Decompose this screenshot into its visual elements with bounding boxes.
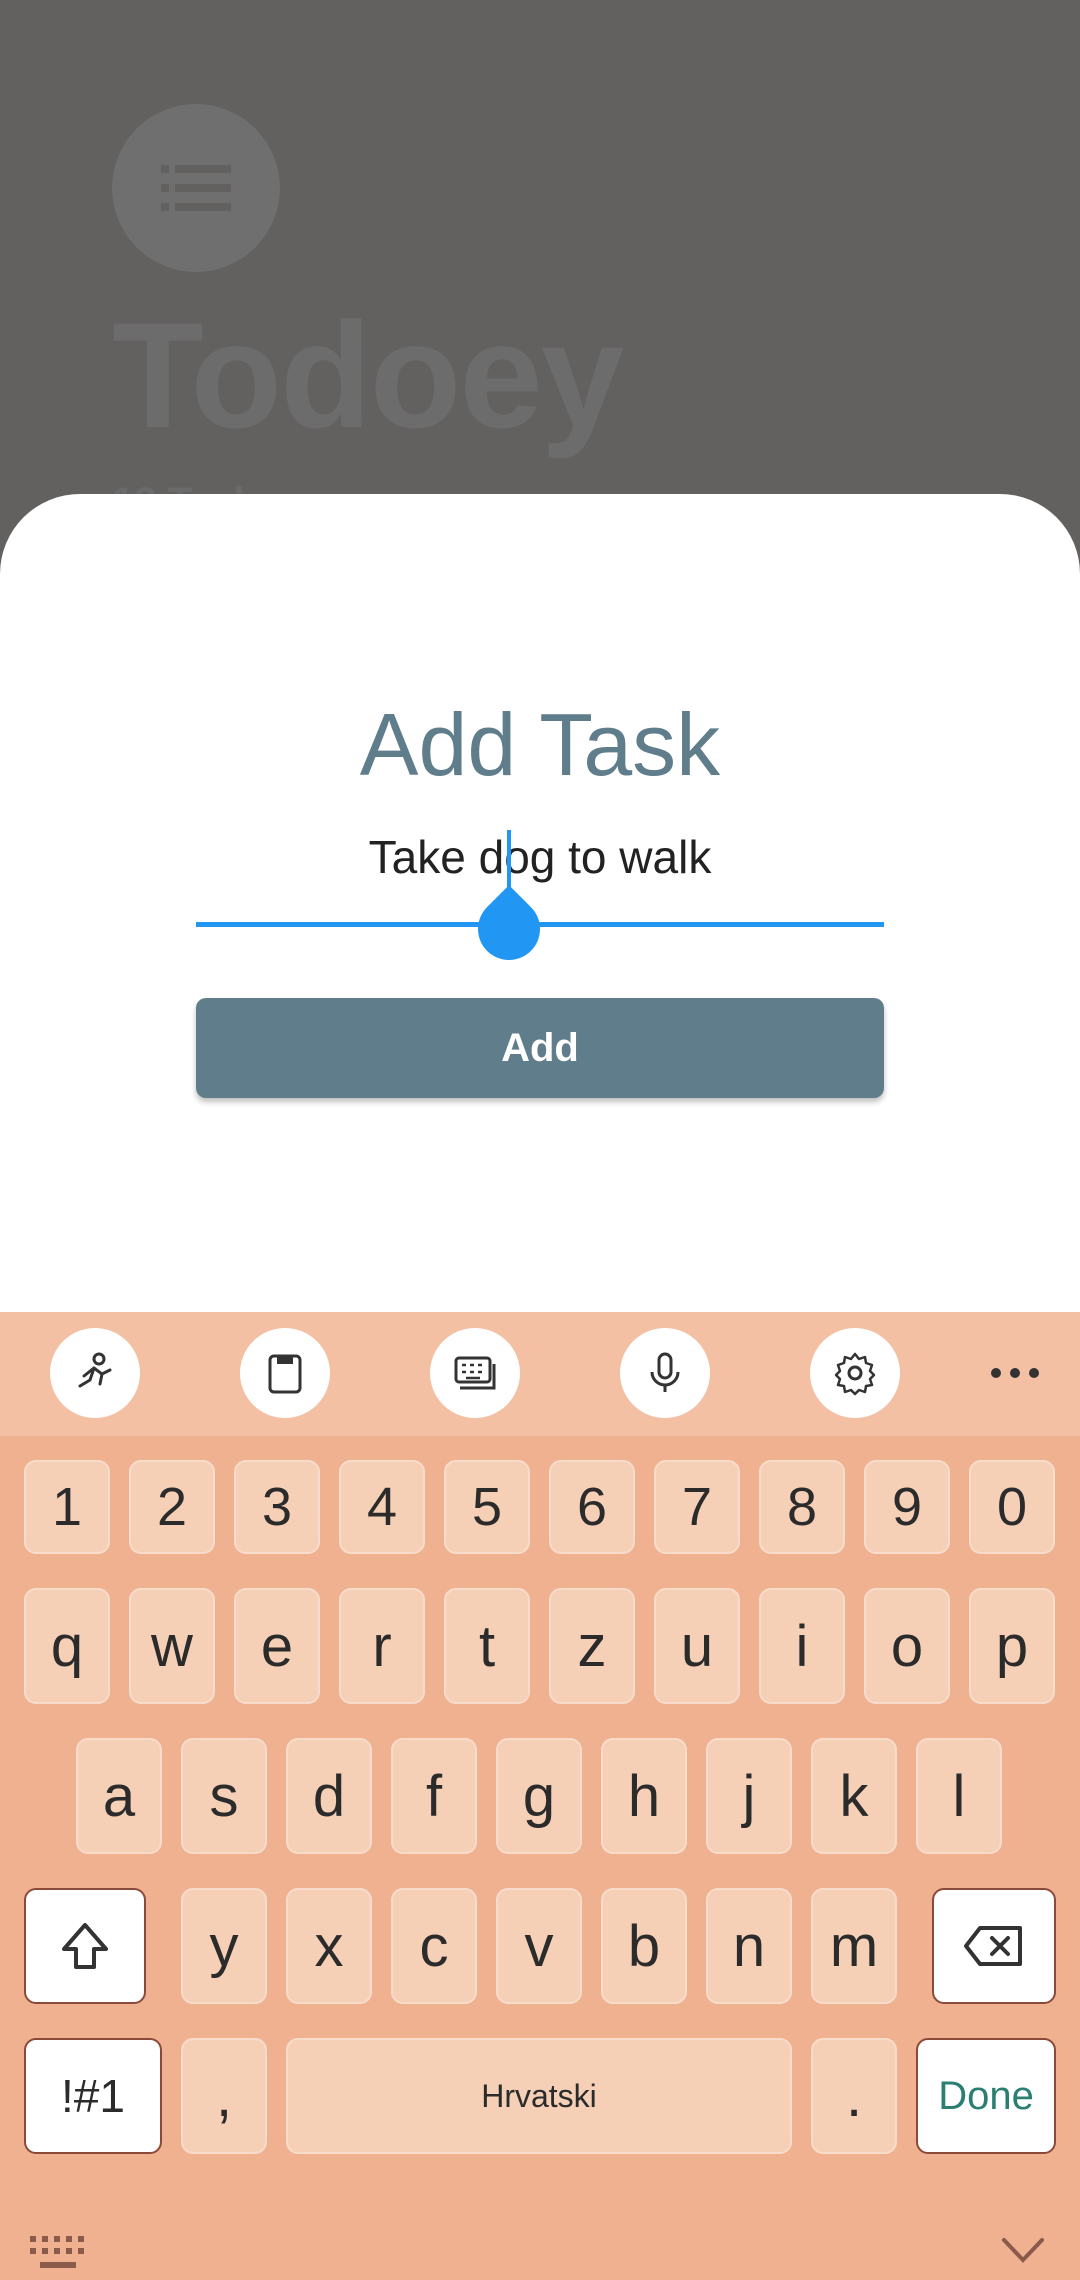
key-6[interactable]: 6 xyxy=(549,1460,635,1554)
key-h[interactable]: h xyxy=(601,1738,687,1854)
symbols-key[interactable]: !#1 xyxy=(24,2038,162,2154)
key-2[interactable]: 2 xyxy=(129,1460,215,1554)
hide-keyboard-icon[interactable] xyxy=(1000,2232,1046,2268)
key-c[interactable]: c xyxy=(391,1888,477,2004)
keyboard: 1 2 3 4 5 6 7 8 9 0 q w e r t z u i o p … xyxy=(0,1312,1080,2280)
sticker-icon xyxy=(78,1352,112,1388)
list-icon-circle xyxy=(112,104,280,272)
text-caret xyxy=(507,830,511,888)
key-z[interactable]: z xyxy=(549,1588,635,1704)
key-l[interactable]: l xyxy=(916,1738,1002,1854)
shift-key[interactable] xyxy=(24,1888,146,2004)
key-y[interactable]: y xyxy=(181,1888,267,2004)
backspace-icon xyxy=(964,1926,1022,1966)
sheet-title: Add Task xyxy=(359,695,721,794)
key-1[interactable]: 1 xyxy=(24,1460,110,1554)
keyboard-mode-button[interactable] xyxy=(430,1328,520,1418)
keyboard-mode-icon xyxy=(454,1356,496,1390)
settings-button[interactable] xyxy=(810,1328,900,1418)
microphone-button[interactable] xyxy=(620,1328,710,1418)
period-key[interactable]: . xyxy=(811,2038,897,2154)
key-x[interactable]: x xyxy=(286,1888,372,2004)
sticker-button[interactable] xyxy=(50,1328,140,1418)
key-g[interactable]: g xyxy=(496,1738,582,1854)
app-title: Todoey xyxy=(112,291,624,459)
key-k[interactable]: k xyxy=(811,1738,897,1854)
shift-icon xyxy=(62,1923,108,1969)
more-button[interactable] xyxy=(970,1328,1060,1418)
key-o[interactable]: o xyxy=(864,1588,950,1704)
key-i[interactable]: i xyxy=(759,1588,845,1704)
key-n[interactable]: n xyxy=(706,1888,792,2004)
key-d[interactable]: d xyxy=(286,1738,372,1854)
key-4[interactable]: 4 xyxy=(339,1460,425,1554)
key-9[interactable]: 9 xyxy=(864,1460,950,1554)
key-w[interactable]: w xyxy=(129,1588,215,1704)
add-task-sheet: Add Task Add xyxy=(0,494,1080,1314)
key-j[interactable]: j xyxy=(706,1738,792,1854)
add-button[interactable]: Add xyxy=(196,998,884,1098)
key-8[interactable]: 8 xyxy=(759,1460,845,1554)
comma-key[interactable]: , xyxy=(181,2038,267,2154)
key-m[interactable]: m xyxy=(811,1888,897,2004)
key-e[interactable]: e xyxy=(234,1588,320,1704)
keyboard-switch-icon[interactable] xyxy=(30,2236,90,2272)
key-7[interactable]: 7 xyxy=(654,1460,740,1554)
key-0[interactable]: 0 xyxy=(969,1460,1055,1554)
backspace-key[interactable] xyxy=(932,1888,1056,2004)
key-q[interactable]: q xyxy=(24,1588,110,1704)
space-key[interactable]: Hrvatski xyxy=(286,2038,792,2154)
settings-icon xyxy=(834,1352,876,1396)
list-icon xyxy=(161,165,231,211)
clipboard-button[interactable] xyxy=(240,1328,330,1418)
key-v[interactable]: v xyxy=(496,1888,582,2004)
key-5[interactable]: 5 xyxy=(444,1460,530,1554)
key-s[interactable]: s xyxy=(181,1738,267,1854)
keyboard-toolbar xyxy=(0,1312,1080,1436)
key-p[interactable]: p xyxy=(969,1588,1055,1704)
background-app: Todoey 12 Tasks xyxy=(0,0,1080,524)
task-input-wrap xyxy=(196,812,884,932)
key-u[interactable]: u xyxy=(654,1588,740,1704)
more-icon xyxy=(991,1368,1039,1378)
microphone-icon xyxy=(650,1352,680,1392)
key-b[interactable]: b xyxy=(601,1888,687,2004)
key-t[interactable]: t xyxy=(444,1588,530,1704)
key-3[interactable]: 3 xyxy=(234,1460,320,1554)
key-f[interactable]: f xyxy=(391,1738,477,1854)
task-input[interactable] xyxy=(196,812,884,902)
clipboard-icon xyxy=(268,1354,302,1394)
key-a[interactable]: a xyxy=(76,1738,162,1854)
key-r[interactable]: r xyxy=(339,1588,425,1704)
done-key[interactable]: Done xyxy=(916,2038,1056,2154)
